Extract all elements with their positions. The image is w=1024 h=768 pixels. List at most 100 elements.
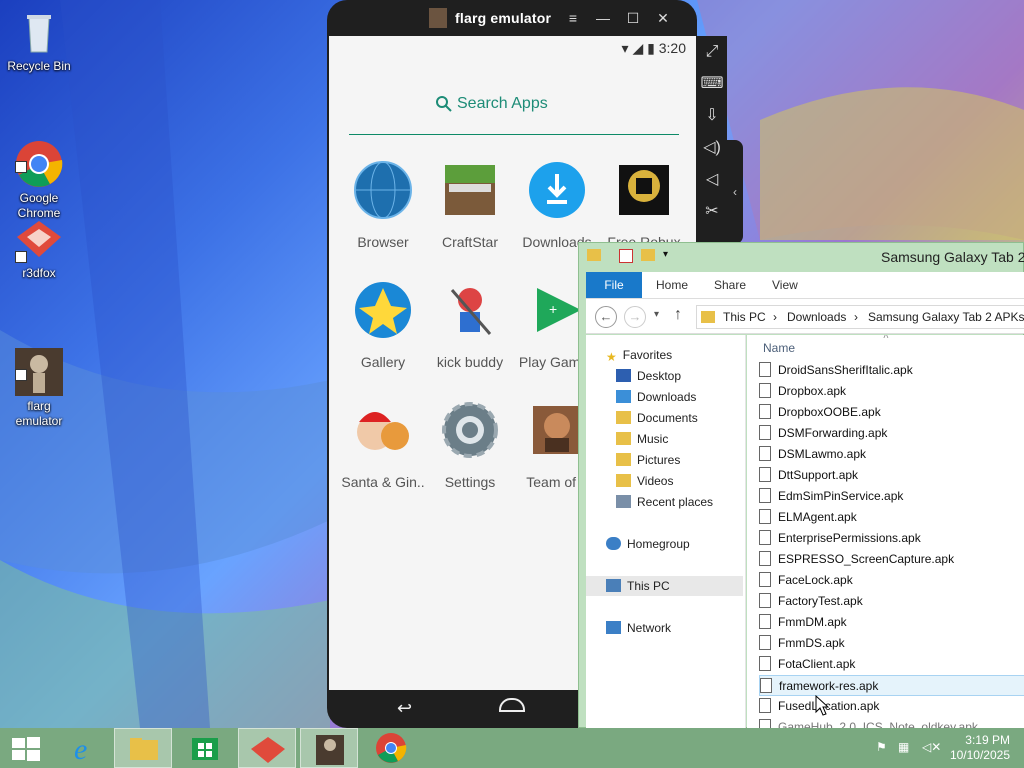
file-row[interactable]: FmmDS.apk [759,633,1024,654]
file-row[interactable]: FotaClient.apk [759,654,1024,675]
app-kick-buddy[interactable]: kick buddy [425,280,515,370]
file-icon [759,404,771,419]
flarg-emulator-icon[interactable]: flarg emulator [0,318,78,429]
file-row[interactable]: FactoryTest.apk [759,591,1024,612]
app-santa-ginger[interactable]: Santa & Gin.. [338,400,428,490]
file-icon [759,362,771,377]
scissors-icon[interactable]: ✂ [697,196,727,228]
file-row[interactable]: DttSupport.apk [759,465,1024,486]
globe-icon [353,160,413,220]
file-name: DttSupport.apk [778,468,859,482]
breadcrumb-apks-folder[interactable]: Samsung Galaxy Tab 2 APKs [868,310,1024,324]
downloads-icon [616,390,631,403]
file-row[interactable]: FusedLocation.apk [759,696,1024,717]
mouse-cursor [815,695,830,716]
file-row[interactable]: ELMAgent.apk [759,507,1024,528]
file-row[interactable]: FmmDM.apk [759,612,1024,633]
nav-videos[interactable]: Videos [616,471,673,491]
r3dfox-label: r3dfox [22,266,56,280]
nav-network[interactable]: Network [606,618,671,638]
file-name: FotaClient.apk [778,657,856,671]
nav-favorites[interactable]: ★ Favorites [606,345,672,365]
app-free-robux[interactable]: Free Robux [599,160,689,250]
address-bar[interactable]: This PC › Downloads › Samsung Galaxy Tab… [696,305,1024,329]
recycle-bin-icon[interactable]: Recycle Bin [0,8,78,74]
volume-down-icon[interactable]: ◁ [697,164,727,196]
breadcrumb-downloads[interactable]: Downloads [787,310,846,324]
clock[interactable]: 3:19 PM 10/10/2025 [950,733,1010,763]
menu-icon[interactable]: ≡ [563,9,583,27]
customize-toolbar-icon[interactable]: ▾ [663,249,668,260]
nav-homegroup[interactable]: Homegroup [606,534,690,554]
column-header-name[interactable]: Name [763,341,795,355]
chrome-taskbar-icon[interactable] [362,728,420,768]
start-button[interactable] [0,728,58,768]
pictures-icon [616,453,631,466]
keyboard-icon[interactable]: ⌨ [697,68,727,100]
internet-explorer-icon[interactable]: e [58,728,116,768]
forward-button[interactable]: → [624,306,646,328]
file-row[interactable]: DSMLawmo.apk [759,444,1024,465]
file-icon [759,509,771,524]
home-icon[interactable] [499,698,525,712]
breadcrumb-this-pc[interactable]: This PC [723,310,766,324]
tab-share[interactable]: Share [714,272,746,298]
app-browser[interactable]: Browser [338,160,428,250]
file-explorer-icon[interactable] [114,728,172,768]
tab-home[interactable]: Home [656,272,688,298]
file-row[interactable]: Dropbox.apk [759,381,1024,402]
app-craftstar[interactable]: CraftStar [425,160,515,250]
flarg-emulator-taskbar-icon[interactable] [300,728,358,768]
properties-icon[interactable] [619,249,633,263]
file-row[interactable]: DroidSansSherifItalic.apk [759,360,1024,381]
close-icon[interactable]: ✕ [653,9,673,27]
recent-locations-icon[interactable]: ▾ [654,309,659,320]
tab-file[interactable]: File [586,272,642,298]
sort-arrow-icon: ˄ [883,335,889,342]
file-row[interactable]: framework-res.apk [759,675,1024,696]
google-chrome-icon[interactable]: Google Chrome [0,110,78,221]
new-folder-icon[interactable] [641,249,655,261]
gear-icon [440,400,500,460]
app-downloads[interactable]: Downloads [512,160,602,250]
flag-icon[interactable]: ⚑ [876,740,887,754]
install-apk-icon[interactable]: ⇩ [697,100,727,132]
network-tray-icon[interactable]: ▦ [898,740,909,754]
emulator-app-icon [429,8,447,28]
r3dfox-icon[interactable]: r3dfox [0,215,78,281]
window-title: Samsung Galaxy Tab 2 [881,249,1024,265]
file-row[interactable]: EnterprisePermissions.apk [759,528,1024,549]
file-row[interactable]: EdmSimPinService.apk [759,486,1024,507]
maximize-icon[interactable]: ☐ [623,9,643,27]
volume-up-icon[interactable]: ◁) [697,132,727,164]
file-row[interactable]: ESPRESSO_ScreenCapture.apk [759,549,1024,570]
tab-view[interactable]: View [772,272,798,298]
nav-recent-places[interactable]: Recent places [616,492,713,512]
nav-desktop[interactable]: Desktop [616,366,681,386]
file-row[interactable]: DSMForwarding.apk [759,423,1024,444]
sidebar-collapse-tab[interactable]: ‹ [727,140,743,244]
volume-muted-icon[interactable]: ◁✕ [922,740,941,754]
ribbon-tabs: File Home Share View [586,272,1024,298]
file-icon [759,530,771,545]
minimize-icon[interactable]: — [593,9,613,27]
r3dfox-taskbar-icon[interactable] [238,728,296,768]
up-icon[interactable]: ↑ [674,306,682,324]
emulator-titlebar[interactable]: flarg emulator ≡ — ☐ ✕ [327,0,697,36]
file-name: ELMAgent.apk [778,510,857,524]
file-row[interactable]: DropboxOOBE.apk [759,402,1024,423]
nav-downloads[interactable]: Downloads [616,387,696,407]
store-icon[interactable] [176,728,234,768]
app-settings[interactable]: Settings [425,400,515,490]
app-gallery[interactable]: Gallery [338,280,428,370]
nav-music[interactable]: Music [616,429,668,449]
back-icon[interactable]: ↩ [397,698,412,719]
fullscreen-icon[interactable]: ⤢ [697,36,727,68]
nav-pictures[interactable]: Pictures [616,450,680,470]
nav-this-pc[interactable]: This PC [586,576,743,596]
nav-documents[interactable]: Documents [616,408,698,428]
file-row[interactable]: FaceLock.apk [759,570,1024,591]
search-apps-bar[interactable]: Search Apps [349,91,679,135]
file-icon [759,551,771,566]
back-button[interactable]: ← [595,306,617,328]
